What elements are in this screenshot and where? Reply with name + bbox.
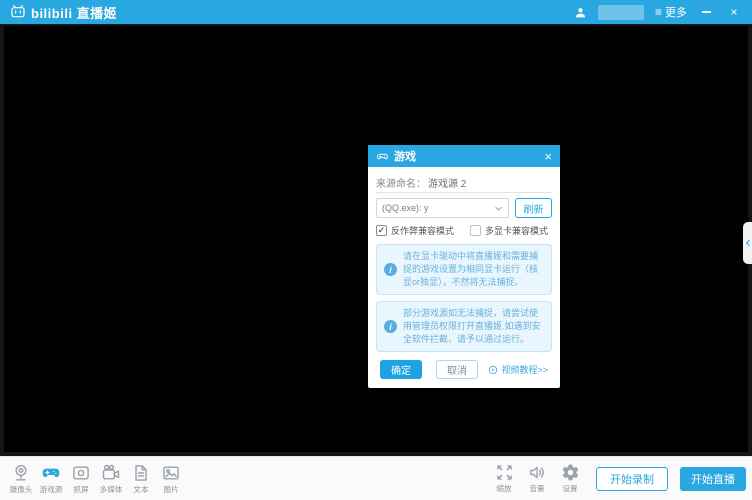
volume-control[interactable]: 音量 <box>525 463 549 494</box>
screen-capture-icon <box>71 463 91 483</box>
chevron-left-icon <box>744 239 752 247</box>
dialog-title: 游戏 <box>394 148 416 164</box>
app-window: bilibili 直播姬 ≡ 更多 × <box>0 0 752 500</box>
multigpu-label: 多显卡兼容模式 <box>485 224 548 237</box>
process-select-value: (QQ.exe): y <box>382 203 429 213</box>
anticheat-label: 反作弊兼容模式 <box>391 224 454 237</box>
dialog-close-icon[interactable]: × <box>544 150 552 163</box>
anticheat-checkbox-row[interactable]: ✓ 反作弊兼容模式 <box>376 224 454 237</box>
source-item-media[interactable]: 多媒体 <box>96 463 126 495</box>
gamepad-icon <box>41 463 61 483</box>
image-icon <box>161 463 181 483</box>
more-label: 更多 <box>665 4 687 20</box>
text-icon <box>131 463 151 483</box>
bilibili-tv-icon <box>10 4 26 20</box>
start-stream-button[interactable]: 开始直播 <box>680 467 746 491</box>
app-logo: bilibili 直播姬 <box>10 3 117 22</box>
play-circle-icon <box>488 365 498 375</box>
multigpu-checkbox-row[interactable]: 多显卡兼容模式 <box>470 224 548 237</box>
admin-hint-box: i 部分游戏源如无法捕捉，请尝试使用管理员权限打开直播姬.如遇到安全软件拦截、请… <box>376 301 552 352</box>
titlebar: bilibili 直播姬 ≡ 更多 × <box>0 0 752 24</box>
process-select[interactable]: (QQ.exe): y <box>376 198 509 218</box>
expand-icon <box>495 463 514 482</box>
source-name-field[interactable]: 来源命名： 游戏源 2 <box>376 173 552 193</box>
info-icon: i <box>384 263 397 276</box>
cancel-button[interactable]: 取消 <box>436 360 478 379</box>
more-menu-button[interactable]: ≡ 更多 <box>655 4 687 20</box>
gamepad-icon <box>376 150 389 163</box>
username-badge[interactable] <box>598 5 644 20</box>
dialog-header: 游戏 × <box>368 145 560 167</box>
gpu-hint-box: i 请在显卡驱动中将直播姬和需要捕捉的游戏设置为相同显卡运行（核显or独显），不… <box>376 244 552 295</box>
source-item-webcam[interactable]: 摄像头 <box>6 463 36 495</box>
tutorial-link[interactable]: 视频教程>> <box>488 363 548 376</box>
app-title: bilibili 直播姬 <box>31 3 117 22</box>
tutorial-label: 视频教程>> <box>501 363 548 376</box>
user-icon[interactable] <box>574 6 587 19</box>
source-item-screen-capture[interactable]: 抓屏 <box>66 463 96 495</box>
chevron-down-icon <box>494 204 503 213</box>
source-item-text[interactable]: 文本 <box>126 463 156 495</box>
start-record-button[interactable]: 开始录制 <box>596 467 668 491</box>
volume-icon <box>528 463 547 482</box>
scale-control[interactable]: 缩放 <box>492 463 516 494</box>
gpu-hint-text: 请在显卡驱动中将直播姬和需要捕捉的游戏设置为相同显卡运行（核显or独显），不然将… <box>403 250 544 289</box>
info-icon: i <box>384 320 397 333</box>
bottom-toolbar: 摄像头 游戏源 抓屏 <box>0 456 752 500</box>
webcam-icon <box>11 463 31 483</box>
source-item-game[interactable]: 游戏源 <box>36 463 66 495</box>
side-panel-toggle[interactable] <box>743 222 752 264</box>
confirm-button[interactable]: 确定 <box>380 360 422 379</box>
source-item-image[interactable]: 图片 <box>156 463 186 495</box>
source-name-value: 游戏源 2 <box>428 175 466 190</box>
close-button[interactable]: × <box>726 6 742 18</box>
checkbox-checked-icon[interactable]: ✓ <box>376 225 387 236</box>
game-source-dialog: 游戏 × 来源命名： 游戏源 2 (QQ.exe): y 刷新 ✓ <box>368 145 560 388</box>
checkbox-unchecked-icon[interactable] <box>470 225 481 236</box>
settings-icon <box>561 463 580 482</box>
source-name-label: 来源命名： <box>376 175 426 190</box>
admin-hint-text: 部分游戏源如无法捕捉，请尝试使用管理员权限打开直播姬.如遇到安全软件拦截、请予以… <box>403 307 544 346</box>
minimize-button[interactable] <box>702 11 711 13</box>
menu-icon: ≡ <box>655 6 662 18</box>
refresh-button[interactable]: 刷新 <box>515 198 552 218</box>
media-icon <box>101 463 121 483</box>
settings-control[interactable]: 设置 <box>558 463 582 494</box>
